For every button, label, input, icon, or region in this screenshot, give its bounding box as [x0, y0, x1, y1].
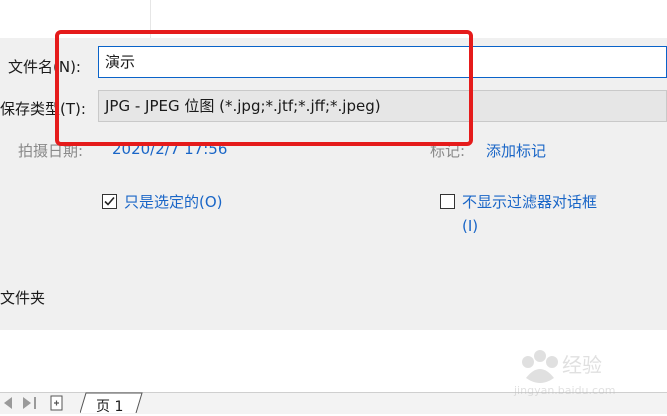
add-tags-link[interactable]: 添加标记 [486, 140, 546, 161]
tags-label: 标记: [430, 142, 466, 160]
filename-label: 文件名(N): [8, 58, 81, 76]
selected-only-checkbox[interactable] [102, 194, 117, 209]
prev-sheet-icon[interactable] [4, 397, 13, 409]
file-list-area [0, 0, 667, 38]
baidu-watermark-logo: 经验 jingyan.baidu.com [513, 350, 616, 397]
hide-filter-dialog-checkbox[interactable] [440, 194, 455, 209]
sheet-tab-page1[interactable]: 页 1 [96, 396, 123, 416]
filetype-label: 保存类型(T): [0, 100, 86, 118]
hide-filter-dialog-label-line2[interactable]: (I) [462, 217, 478, 235]
folder-toggle[interactable]: 文件夹 [0, 287, 45, 308]
selected-only-label[interactable]: 只是选定的(O) [124, 191, 223, 212]
date-label: 拍摄日期: [18, 142, 84, 160]
last-sheet-icon[interactable] [33, 397, 39, 409]
checkmark-icon [104, 196, 115, 206]
hide-filter-dialog-label[interactable]: 不显示过滤器对话框 [462, 191, 597, 212]
next-sheet-icon[interactable] [23, 397, 32, 409]
filetype-select[interactable]: JPG - JPEG 位图 (*.jpg;*.jtf;*.jff;*.jpeg) [98, 90, 667, 122]
column-divider [150, 0, 151, 38]
svg-text:经验: 经验 [562, 353, 602, 377]
date-value[interactable]: 2020/2/7 17:56 [112, 140, 227, 158]
svg-text:jingyan.baidu.com: jingyan.baidu.com [513, 384, 616, 397]
insert-sheet-icon[interactable] [50, 395, 64, 411]
filename-input[interactable]: 演示 [98, 46, 667, 78]
